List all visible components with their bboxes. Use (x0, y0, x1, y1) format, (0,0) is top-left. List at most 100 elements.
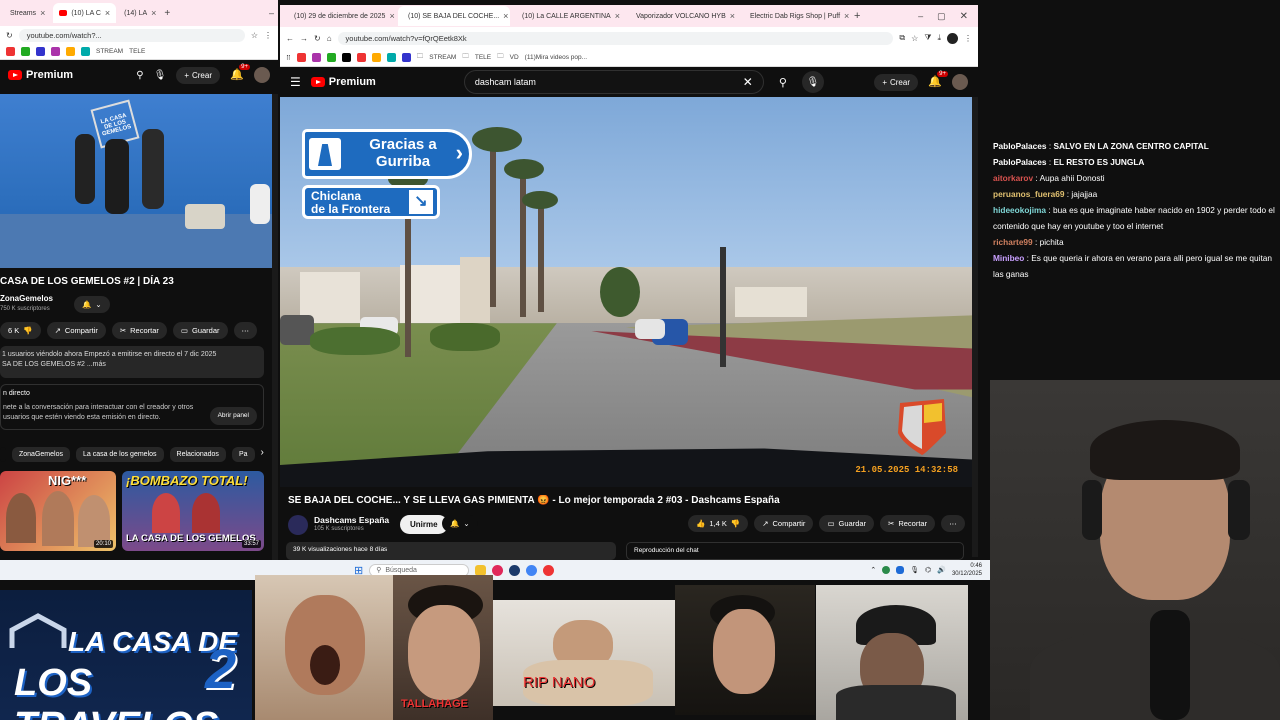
close-icon[interactable]: × (151, 8, 156, 18)
mic-icon[interactable]: 🎙 (910, 566, 919, 574)
volume-icon[interactable]: 🔊 (937, 566, 946, 574)
bookmark-folder-stream[interactable]: STREAM (429, 54, 456, 61)
chip-all[interactable] (0, 447, 6, 462)
chip-more[interactable]: Pa (231, 447, 255, 462)
channel-avatar[interactable] (288, 515, 308, 535)
back-icon[interactable]: ← (286, 34, 294, 43)
chip-zonagemelos[interactable]: ZonaGemelos (12, 447, 70, 462)
chat-username[interactable]: hideeokojima (993, 205, 1046, 215)
like-button[interactable]: 👍 1,4 K 👎 (688, 515, 749, 532)
left-description-box[interactable]: 1 usuarios viéndolo ahora Empezó a emiti… (0, 346, 264, 378)
views-box[interactable]: 39 K visualizaciones hace 8 días (286, 542, 616, 560)
chat-username[interactable]: peruanos_fuera69 (993, 189, 1064, 199)
bookmark-folder-stream[interactable]: STREAM (96, 48, 123, 55)
channel-name[interactable]: Dashcams España (314, 515, 389, 525)
close-window-icon[interactable]: ✕ (954, 11, 974, 22)
chat-replay-box[interactable]: Reproducción del chat (626, 542, 964, 560)
left-tab-2[interactable]: (14) LA × (118, 3, 162, 23)
chat-username[interactable]: PabloPalaces (993, 157, 1047, 167)
bookmark-link[interactable]: (11)Mira videos pop... (525, 54, 587, 61)
bookmark-icon[interactable] (296, 53, 306, 62)
right-tab-2[interactable]: (10) La CALLE ARGENTINA × (512, 6, 624, 26)
bookmark-folder-tele[interactable]: TELE (475, 54, 491, 61)
close-icon[interactable]: × (389, 11, 394, 21)
save-button[interactable]: ▭ Guardar (172, 322, 228, 339)
bookmark-star-icon[interactable]: ☆ (251, 31, 258, 40)
minimize-icon[interactable]: – (912, 11, 929, 21)
close-icon[interactable]: × (503, 11, 508, 21)
search-input[interactable]: dashcam latam ✕ (463, 70, 764, 94)
close-icon[interactable]: × (730, 11, 735, 21)
bookmark-icon[interactable] (6, 47, 15, 56)
bookmark-star-icon[interactable]: ☆ (911, 34, 918, 43)
maximize-icon[interactable]: ▢ (931, 11, 952, 22)
app-icon[interactable] (543, 564, 555, 576)
voice-search-button[interactable]: 🎙 (801, 71, 824, 93)
left-video-player[interactable]: LA CASA DE LOS GEMELOS (0, 94, 272, 268)
apps-icon[interactable]: ⠿ (286, 54, 291, 62)
notifications-bell-icon[interactable]: 🔔 9+ (928, 71, 948, 89)
mic-icon[interactable]: 🎙 (154, 70, 167, 81)
tray-icon[interactable] (896, 566, 905, 574)
bookmark-icon[interactable] (326, 53, 336, 62)
chevron-up-icon[interactable]: ⌃ (870, 566, 876, 574)
clock[interactable]: 0:46 30/12/2025 (952, 562, 982, 578)
download-icon[interactable]: ⤓ (937, 33, 941, 43)
close-icon[interactable]: × (844, 11, 849, 21)
minimize-icon[interactable]: – (269, 8, 274, 18)
bookmark-icon[interactable] (81, 47, 90, 56)
reload-icon[interactable]: ↻ (314, 34, 321, 43)
left-scrollbar[interactable] (272, 94, 278, 560)
close-icon[interactable]: × (105, 8, 110, 18)
install-icon[interactable]: ⧉ (899, 33, 905, 43)
like-button[interactable]: 6 K 👎 (0, 322, 41, 339)
left-url-field[interactable]: youtube.com/watch?... (18, 28, 245, 42)
network-icon[interactable]: ⌬ (925, 566, 931, 574)
bookmark-icon[interactable] (386, 53, 396, 62)
share-button[interactable]: ↗ Compartir (754, 515, 814, 532)
notifications-bell-icon[interactable]: 🔔 9+ (230, 64, 250, 82)
bookmark-icon[interactable] (51, 47, 60, 56)
tray-icon[interactable] (882, 566, 891, 574)
more-button[interactable]: ⋯ (233, 322, 258, 339)
chat-username[interactable]: aitorkarov (993, 173, 1033, 183)
bookmark-icon[interactable] (36, 47, 45, 56)
share-button[interactable]: ↗ Compartir (46, 322, 106, 339)
dislike-icon[interactable]: 👎 (731, 519, 740, 528)
clear-search-icon[interactable]: ✕ (743, 75, 753, 89)
search-button[interactable]: ⚲ (770, 70, 796, 94)
search-icon[interactable]: ⚲ (136, 70, 143, 81)
create-button[interactable]: + Crear (874, 73, 918, 91)
dislike-icon[interactable]: 👎 (23, 326, 32, 335)
chip-casa[interactable]: La casa de los gemelos (75, 447, 164, 462)
bookmark-icon[interactable] (341, 53, 351, 62)
chat-username[interactable]: richarte99 (993, 237, 1033, 247)
right-tab-1[interactable]: (10) SE BAJA DEL COCHE... × (398, 6, 510, 26)
close-icon[interactable]: × (615, 11, 620, 21)
youtube-premium-logo[interactable]: Premium (310, 76, 376, 88)
hamburger-menu-icon[interactable]: ☰ (290, 75, 301, 89)
bookmark-icon[interactable] (311, 53, 321, 62)
forward-icon[interactable]: → (300, 34, 308, 43)
bookmark-icon[interactable] (356, 53, 366, 62)
chrome-icon[interactable] (526, 564, 538, 576)
avatar[interactable] (952, 74, 968, 90)
bell-button[interactable]: 🔔 ⌄ (442, 515, 478, 532)
join-button[interactable]: Unirme (400, 515, 448, 534)
avatar[interactable] (254, 67, 270, 83)
clip-button[interactable]: ✂ Recortar (880, 515, 936, 532)
bookmark-icon[interactable] (401, 53, 411, 62)
new-tab-icon[interactable]: + (164, 8, 170, 19)
clip-button[interactable]: ✂ Recortar (111, 322, 167, 339)
steam-icon[interactable] (509, 564, 521, 576)
bookmark-folder-tele[interactable]: TELE (129, 48, 145, 55)
bookmark-icon[interactable] (371, 53, 381, 62)
open-panel-button[interactable]: Abrir panel (209, 407, 257, 425)
close-icon[interactable]: × (40, 8, 45, 18)
menu-dots-icon[interactable]: ⋮ (964, 34, 972, 43)
chat-username[interactable]: Minibeo (993, 253, 1024, 263)
reload-icon[interactable]: ↻ (6, 31, 13, 40)
extensions-icon[interactable]: ⧩ (924, 33, 931, 43)
chat-username[interactable]: PabloPalaces (993, 141, 1047, 151)
bookmark-icon[interactable] (21, 47, 30, 56)
